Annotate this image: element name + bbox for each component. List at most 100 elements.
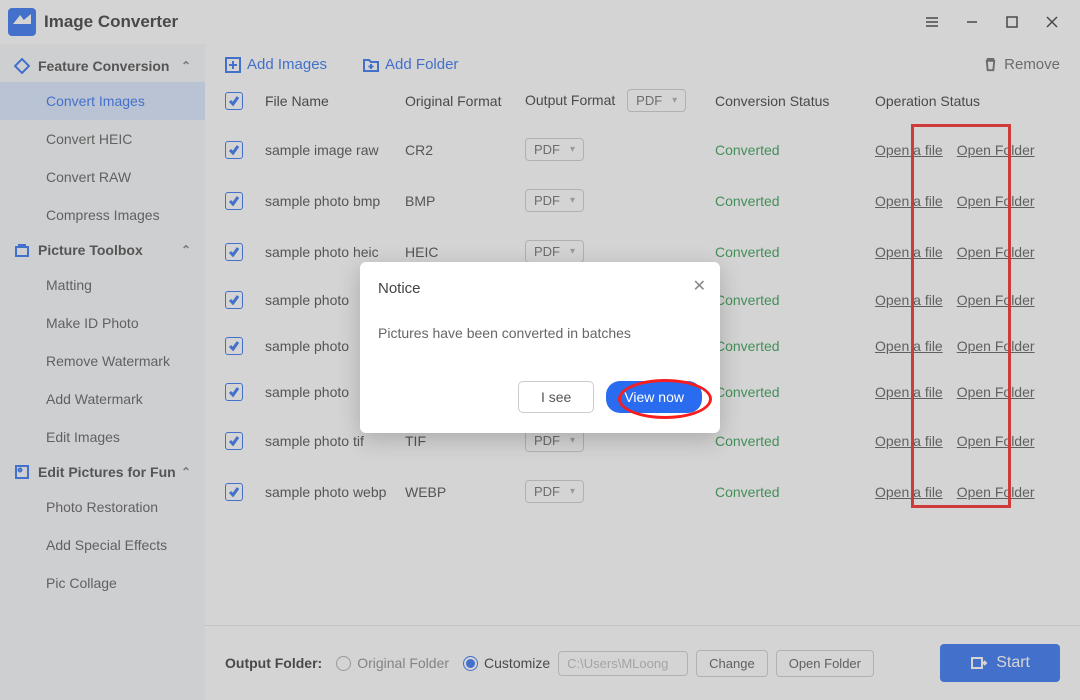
chevron-up-icon: ⌃ [181, 243, 191, 257]
start-label: Start [996, 654, 1030, 672]
open-file-link[interactable]: Open a file [875, 338, 943, 354]
sidebar-item-add-watermark[interactable]: Add Watermark [0, 380, 205, 418]
table-row: sample photo bmpBMPPDF▾ConvertedOpen a f… [205, 175, 1080, 226]
chevron-down-icon: ▾ [570, 486, 575, 497]
row-orig-format: WEBP [405, 484, 525, 500]
open-folder-link[interactable]: Open Folder [957, 193, 1035, 209]
row-status: Converted [715, 384, 780, 400]
open-folder-link[interactable]: Open Folder [957, 244, 1035, 260]
sidebar-section-fun[interactable]: Edit Pictures for Fun ⌃ [0, 456, 205, 488]
sidebar-section-label: Picture Toolbox [38, 242, 143, 258]
select-all-checkbox[interactable] [225, 92, 243, 110]
row-orig-format: HEIC [405, 244, 525, 260]
open-file-link[interactable]: Open a file [875, 484, 943, 500]
open-folder-link[interactable]: Open Folder [957, 484, 1035, 500]
sidebar-item-collage[interactable]: Pic Collage [0, 564, 205, 602]
open-folder-link[interactable]: Open Folder [957, 292, 1035, 308]
minimize-button[interactable] [952, 2, 992, 42]
change-button[interactable]: Change [696, 650, 768, 677]
sidebar-item-convert-raw[interactable]: Convert RAW [0, 158, 205, 196]
header-status: Conversion Status [715, 93, 875, 109]
table-row: sample image rawCR2PDF▾ConvertedOpen a f… [205, 124, 1080, 175]
sidebar-item-matting[interactable]: Matting [0, 266, 205, 304]
row-checkbox[interactable] [225, 337, 243, 355]
menu-icon[interactable] [912, 2, 952, 42]
row-checkbox[interactable] [225, 291, 243, 309]
header-orig: Original Format [405, 93, 525, 109]
row-checkbox[interactable] [225, 192, 243, 210]
chevron-down-icon: ▾ [570, 435, 575, 446]
open-file-link[interactable]: Open a file [875, 244, 943, 260]
remove-button[interactable]: Remove [983, 56, 1060, 73]
chevron-down-icon: ▾ [570, 195, 575, 206]
sidebar-item-convert-images[interactable]: Convert Images [0, 82, 205, 120]
footer: Output Folder: Original Folder Customize… [205, 625, 1080, 700]
row-filename: sample photo tif [265, 433, 405, 449]
row-format-select[interactable]: PDF▾ [525, 480, 584, 503]
open-folder-link[interactable]: Open Folder [957, 433, 1035, 449]
open-folder-link[interactable]: Open Folder [957, 338, 1035, 354]
chevron-down-icon: ▾ [570, 246, 575, 257]
row-checkbox[interactable] [225, 383, 243, 401]
open-folder-link[interactable]: Open Folder [957, 384, 1035, 400]
open-file-link[interactable]: Open a file [875, 193, 943, 209]
add-images-button[interactable]: Add Images [225, 56, 327, 73]
app-title: Image Converter [44, 12, 178, 32]
close-button[interactable] [1032, 2, 1072, 42]
add-images-label: Add Images [247, 56, 327, 73]
add-folder-button[interactable]: Add Folder [363, 56, 458, 73]
sidebar-item-effects[interactable]: Add Special Effects [0, 526, 205, 564]
maximize-button[interactable] [992, 2, 1032, 42]
open-file-link[interactable]: Open a file [875, 292, 943, 308]
row-format-select[interactable]: PDF▾ [525, 240, 584, 263]
titlebar: Image Converter [0, 0, 1080, 44]
output-path-field[interactable]: C:\Users\MLoong [558, 651, 688, 676]
i-see-button[interactable]: I see [518, 381, 594, 413]
start-button[interactable]: Start [940, 644, 1060, 682]
sidebar-item-remove-watermark[interactable]: Remove Watermark [0, 342, 205, 380]
row-status: Converted [715, 142, 780, 158]
row-orig-format: BMP [405, 193, 525, 209]
row-filename: sample photo webp [265, 484, 405, 500]
row-status: Converted [715, 433, 780, 449]
open-file-link[interactable]: Open a file [875, 142, 943, 158]
sidebar: Feature Conversion ⌃ Convert Images Conv… [0, 44, 205, 700]
sidebar-item-edit-images[interactable]: Edit Images [0, 418, 205, 456]
radio-original-folder[interactable] [336, 656, 351, 671]
chevron-up-icon: ⌃ [181, 59, 191, 73]
row-status: Converted [715, 338, 780, 354]
row-orig-format: CR2 [405, 142, 525, 158]
modal-close-button[interactable]: ✕ [693, 276, 706, 296]
sidebar-section-toolbox[interactable]: Picture Toolbox ⌃ [0, 234, 205, 266]
sidebar-item-id-photo[interactable]: Make ID Photo [0, 304, 205, 342]
chevron-up-icon: ⌃ [181, 465, 191, 479]
global-format-select[interactable]: PDF▾ [627, 89, 686, 112]
modal-body: Pictures have been converted in batches [378, 297, 702, 381]
row-checkbox[interactable] [225, 141, 243, 159]
row-status: Converted [715, 244, 780, 260]
row-checkbox[interactable] [225, 432, 243, 450]
sidebar-item-compress[interactable]: Compress Images [0, 196, 205, 234]
sidebar-item-restoration[interactable]: Photo Restoration [0, 488, 205, 526]
row-checkbox[interactable] [225, 483, 243, 501]
remove-label: Remove [1004, 56, 1060, 73]
sidebar-item-convert-heic[interactable]: Convert HEIC [0, 120, 205, 158]
open-file-link[interactable]: Open a file [875, 433, 943, 449]
open-file-link[interactable]: Open a file [875, 384, 943, 400]
view-now-button[interactable]: View now [606, 381, 702, 413]
sidebar-section-feature[interactable]: Feature Conversion ⌃ [0, 50, 205, 82]
table-header: File Name Original Format Output Format … [205, 83, 1080, 124]
table-row: sample photo webpWEBPPDF▾ Converted Open a… [205, 466, 1080, 517]
header-out: Output Format PDF▾ [525, 89, 715, 112]
row-format-select[interactable]: PDF▾ [525, 138, 584, 161]
row-checkbox[interactable] [225, 243, 243, 261]
output-folder-label: Output Folder: [225, 655, 322, 671]
open-folder-button[interactable]: Open Folder [776, 650, 874, 677]
radio-customize[interactable] [463, 656, 478, 671]
row-filename: sample photo bmp [265, 193, 405, 209]
row-format-select[interactable]: PDF▾ [525, 189, 584, 212]
row-status: Converted [715, 484, 780, 500]
open-folder-link[interactable]: Open Folder [957, 142, 1035, 158]
sidebar-section-label: Edit Pictures for Fun [38, 464, 176, 480]
sidebar-section-label: Feature Conversion [38, 58, 169, 74]
